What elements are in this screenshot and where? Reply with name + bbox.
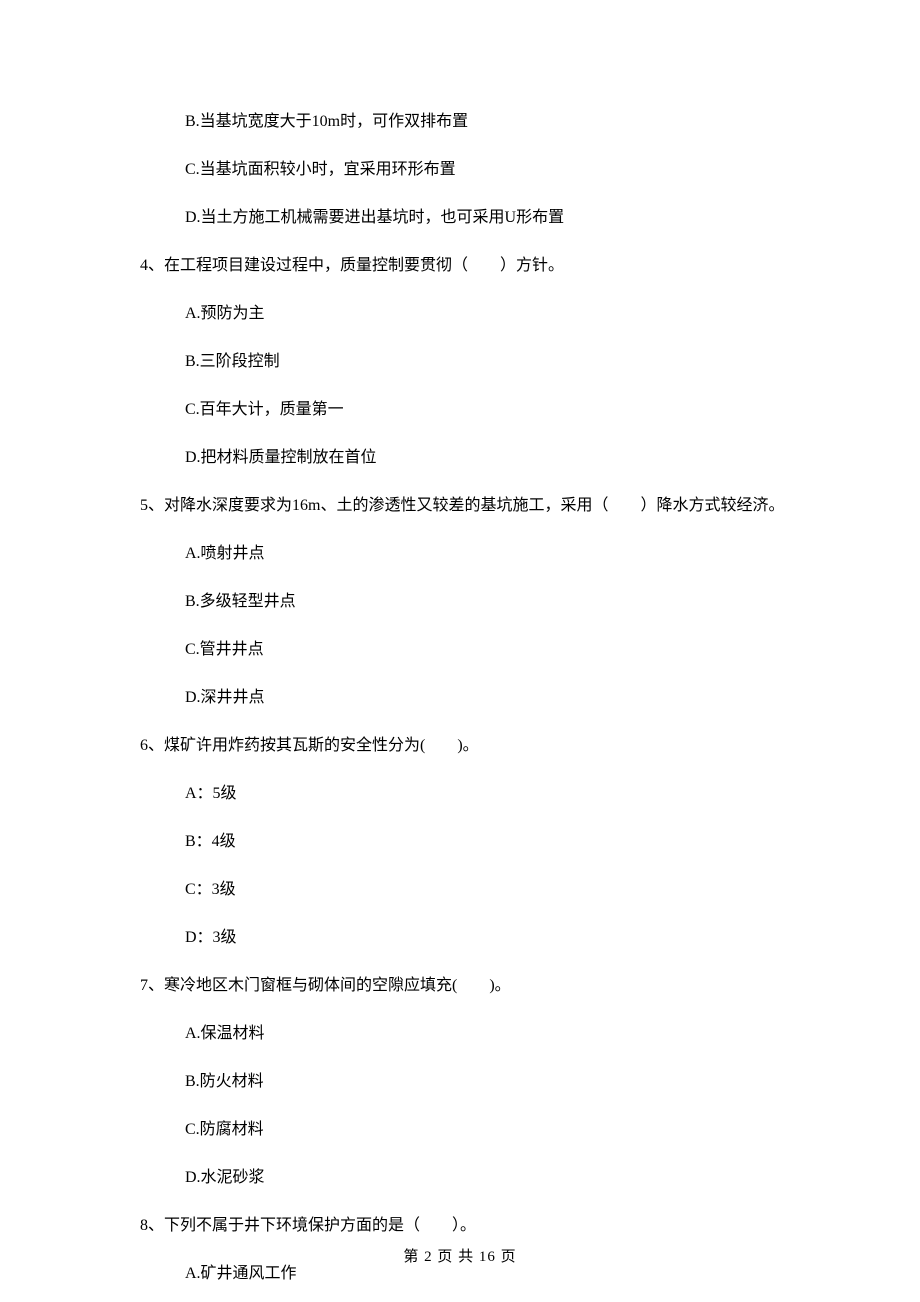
q6-option-a: A：5级	[130, 782, 790, 806]
q5-text: 5、对降水深度要求为16m、土的渗透性又较差的基坑施工，采用（ ）降水方式较经济…	[130, 494, 790, 518]
q4-option-b: B.三阶段控制	[130, 350, 790, 374]
q4-text: 4、在工程项目建设过程中，质量控制要贯彻（ ）方针。	[130, 254, 790, 278]
q5-option-a: A.喷射井点	[130, 542, 790, 566]
q7-text: 7、寒冷地区木门窗框与砌体间的空隙应填充( )。	[130, 974, 790, 998]
q3-option-c: C.当基坑面积较小时，宜采用环形布置	[130, 158, 790, 182]
q5-option-b: B.多级轻型井点	[130, 590, 790, 614]
q8-text: 8、下列不属于井下环境保护方面的是（ ）。	[130, 1214, 790, 1238]
q7-option-b: B.防火材料	[130, 1070, 790, 1094]
q4-option-c: C.百年大计，质量第一	[130, 398, 790, 422]
q4-option-d: D.把材料质量控制放在首位	[130, 446, 790, 470]
q5-option-c: C.管井井点	[130, 638, 790, 662]
q6-option-c: C：3级	[130, 878, 790, 902]
q7-option-c: C.防腐材料	[130, 1118, 790, 1142]
document-page: B.当基坑宽度大于10m时，可作双排布置 C.当基坑面积较小时，宜采用环形布置 …	[0, 0, 920, 1286]
page-footer: 第 2 页 共 16 页	[0, 1246, 920, 1269]
q7-option-a: A.保温材料	[130, 1022, 790, 1046]
q4-option-a: A.预防为主	[130, 302, 790, 326]
q6-text: 6、煤矿许用炸药按其瓦斯的安全性分为( )。	[130, 734, 790, 758]
q6-option-b: B：4级	[130, 830, 790, 854]
q5-option-d: D.深井井点	[130, 686, 790, 710]
q6-option-d: D：3级	[130, 926, 790, 950]
q3-option-d: D.当土方施工机械需要进出基坑时，也可采用U形布置	[130, 206, 790, 230]
q3-option-b: B.当基坑宽度大于10m时，可作双排布置	[130, 110, 790, 134]
q7-option-d: D.水泥砂浆	[130, 1166, 790, 1190]
